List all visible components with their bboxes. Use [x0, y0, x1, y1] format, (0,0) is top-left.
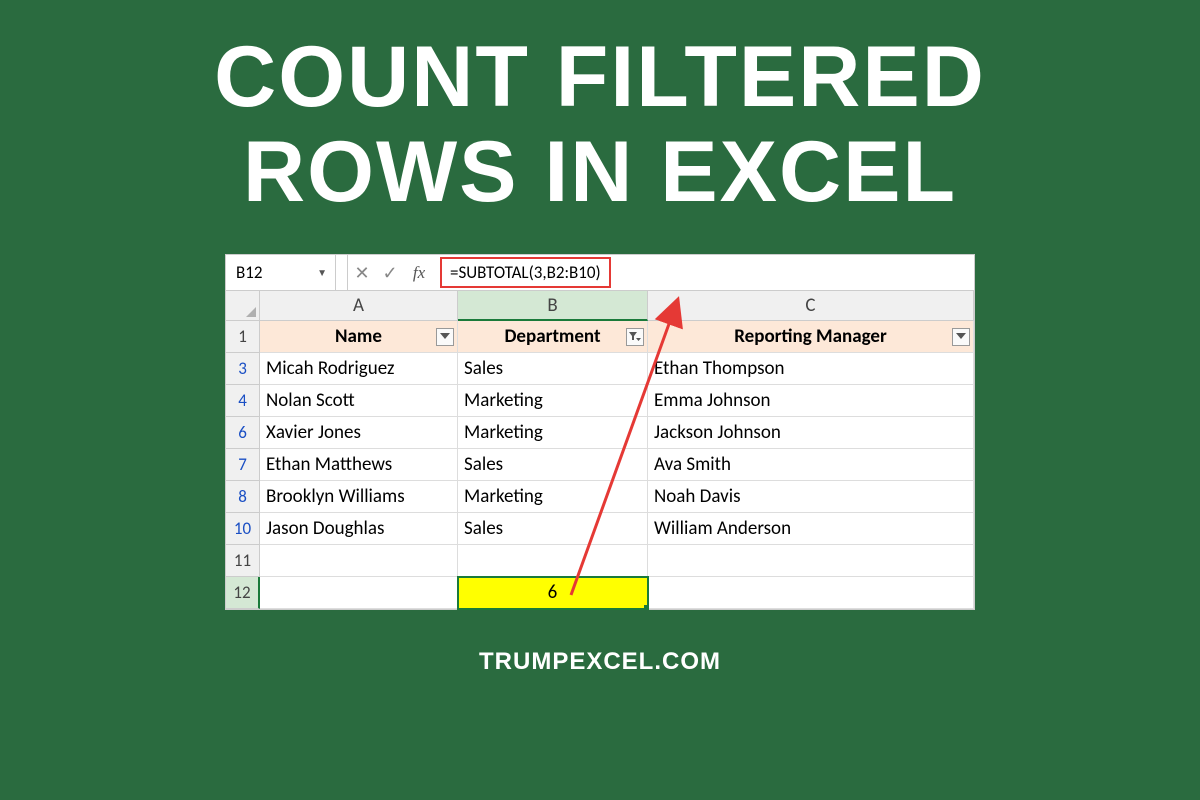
cell[interactable]: Emma Johnson	[648, 385, 974, 417]
fx-icon[interactable]: fx	[404, 263, 434, 283]
spreadsheet-grid: A B C 1 Name Department Reporting Manage…	[226, 291, 974, 609]
page-title: COUNT FILTERED ROWS IN EXCEL	[0, 0, 1200, 219]
row-header[interactable]: 4	[226, 385, 260, 417]
cell[interactable]: Marketing	[458, 385, 648, 417]
cell[interactable]: Nolan Scott	[260, 385, 458, 417]
cell[interactable]: Brooklyn Williams	[260, 481, 458, 513]
cell[interactable]: Xavier Jones	[260, 417, 458, 449]
cell[interactable]: William Anderson	[648, 513, 974, 545]
cell[interactable]: Ethan Matthews	[260, 449, 458, 481]
footer-brand: TRUMPEXCEL.COM	[0, 648, 1200, 676]
cell[interactable]: Sales	[458, 449, 648, 481]
cell[interactable]: Micah Rodriguez	[260, 353, 458, 385]
name-box-value: B12	[236, 262, 262, 283]
title-line-1: COUNT FILTERED	[0, 30, 1200, 125]
cell[interactable]: Marketing	[458, 417, 648, 449]
result-cell[interactable]: 6	[458, 577, 648, 609]
filter-active-icon[interactable]	[626, 328, 644, 346]
cell[interactable]	[648, 545, 974, 577]
header-cell-manager[interactable]: Reporting Manager	[648, 321, 974, 353]
name-box[interactable]: B12 ▼	[226, 255, 336, 290]
cell[interactable]: Ava Smith	[648, 449, 974, 481]
row-header[interactable]: 1	[226, 321, 260, 353]
row-header[interactable]: 8	[226, 481, 260, 513]
cell[interactable]: Noah Davis	[648, 481, 974, 513]
cell[interactable]: Ethan Thompson	[648, 353, 974, 385]
row-header[interactable]: 12	[226, 577, 260, 609]
header-cell-department[interactable]: Department	[458, 321, 648, 353]
header-cell-name[interactable]: Name	[260, 321, 458, 353]
excel-screenshot: B12 ▼ ✕ ✓ fx =SUBTOTAL(3,B2:B10) A B C 1…	[225, 254, 975, 610]
cell[interactable]: Sales	[458, 353, 648, 385]
row-header[interactable]: 10	[226, 513, 260, 545]
select-all-corner[interactable]	[226, 291, 260, 321]
formula-bar: B12 ▼ ✕ ✓ fx =SUBTOTAL(3,B2:B10)	[226, 255, 974, 291]
chevron-down-icon: ▼	[317, 266, 327, 279]
formula-input[interactable]: =SUBTOTAL(3,B2:B10)	[440, 257, 611, 288]
filter-dropdown-icon[interactable]	[436, 328, 454, 346]
cell[interactable]	[260, 577, 458, 609]
formula-text: =SUBTOTAL(3,B2:B10)	[450, 262, 601, 283]
row-header[interactable]: 3	[226, 353, 260, 385]
cell[interactable]: Sales	[458, 513, 648, 545]
check-icon[interactable]: ✓	[376, 262, 404, 284]
cell[interactable]: Marketing	[458, 481, 648, 513]
column-header-b[interactable]: B	[458, 291, 648, 321]
column-header-a[interactable]: A	[260, 291, 458, 321]
row-header[interactable]: 11	[226, 545, 260, 577]
title-line-2: ROWS IN EXCEL	[0, 125, 1200, 220]
cell[interactable]	[648, 577, 974, 609]
filter-dropdown-icon[interactable]	[952, 328, 970, 346]
cell[interactable]: Jason Doughlas	[260, 513, 458, 545]
row-header[interactable]: 6	[226, 417, 260, 449]
column-header-c[interactable]: C	[648, 291, 974, 321]
row-header[interactable]: 7	[226, 449, 260, 481]
cell[interactable]: Jackson Johnson	[648, 417, 974, 449]
cancel-icon[interactable]: ✕	[348, 262, 376, 284]
cell[interactable]	[260, 545, 458, 577]
cell[interactable]	[458, 545, 648, 577]
